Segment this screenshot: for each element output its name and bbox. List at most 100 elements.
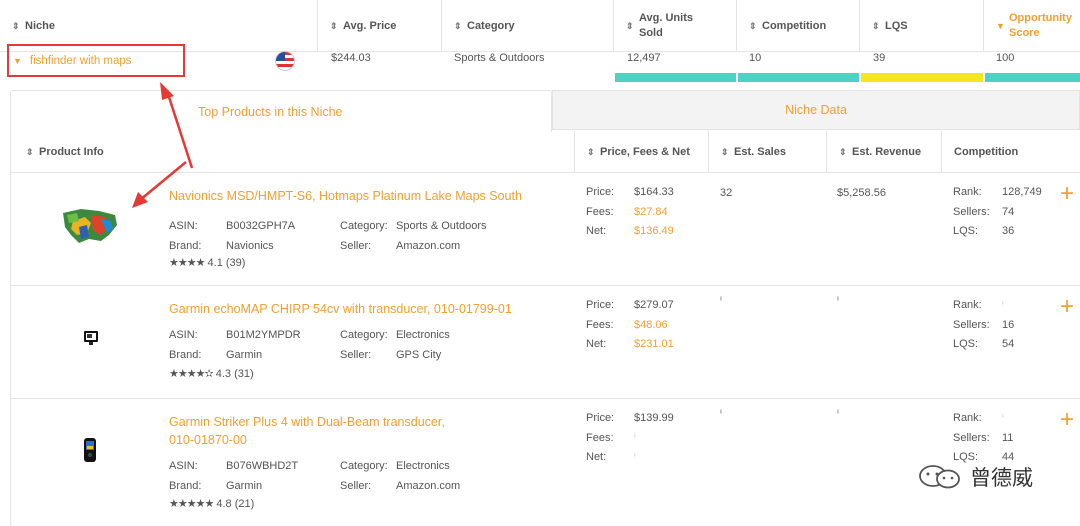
tab-niche-data[interactable]: Niche Data <box>552 90 1080 130</box>
rating: ★★★★✫ 4.3 (31) <box>169 367 254 380</box>
column-opportunity-score[interactable]: ▼ Opportunity Score <box>984 0 1080 52</box>
niche-competition: 10 <box>749 52 762 64</box>
sellers-value: 74 <box>1002 205 1015 218</box>
us-flag-icon <box>275 51 295 71</box>
column-avg-units[interactable]: ⇕ Avg. Units Sold <box>614 0 737 52</box>
rating: ★★★★★ 4.8 (21) <box>169 497 254 510</box>
sort-icon: ⇕ <box>749 21 757 31</box>
rating: ★★★★ 4.1 (39) <box>169 256 245 269</box>
seller-value: Amazon.com <box>396 239 461 252</box>
product-meta-left: ASIN: B076WBHD2T Brand: Garmin <box>169 460 299 492</box>
est-revenue-value: $5,258.56 <box>837 187 886 199</box>
opportunity-label-2: Score <box>1009 27 1040 39</box>
product-meta-right: Category: Sports & Outdoors Seller: Amazon… <box>340 220 487 252</box>
brand-value: Garmin <box>226 479 263 492</box>
niche-row[interactable]: ▼ fishfinder with maps $244.03 Sports & … <box>0 44 1080 82</box>
table-row[interactable]: Garmin echoMAP CHIRP 54cv with transduce… <box>11 286 1080 399</box>
niche-name[interactable]: fishfinder with maps <box>30 55 132 67</box>
est-revenue-value: ⁱ <box>837 408 839 420</box>
product-title[interactable]: Garmin Striker Plus 4 with Dual-Beam tra… <box>169 413 559 449</box>
competition-info: Rank: ⁱ Sellers: 11 LQS: 44 <box>953 412 1015 463</box>
est-sales-value: 32 <box>720 187 733 199</box>
brand-value: Navionics <box>226 239 274 252</box>
product-meta-left: ASIN: B01M2YMPDR Brand: Garmin <box>169 329 301 361</box>
rank-value: ⁱ <box>1002 413 1004 424</box>
product-title-line-1: Garmin Striker Plus 4 with Dual-Beam tra… <box>169 415 445 429</box>
sellers-value: 16 <box>1002 318 1015 331</box>
star-rating-icon: ★★★★ <box>169 257 205 269</box>
lqs-value: 54 <box>1002 338 1015 350</box>
wechat-icon <box>919 465 960 489</box>
sort-icon: ⇕ <box>721 147 729 157</box>
product-title[interactable]: Navionics MSD/HMPT-S6, Hotmaps Platinum … <box>169 187 559 205</box>
watermark: 曾德威 <box>918 462 1033 492</box>
niche-avg-price: $244.03 <box>331 52 371 64</box>
column-product-info[interactable]: ⇕ Product Info <box>11 131 574 173</box>
fees-value: $48.06 <box>634 318 668 331</box>
column-lqs[interactable]: ⇕ LQS <box>860 0 984 52</box>
sort-icon: ⇕ <box>330 21 338 31</box>
products-table-header: ⇕ Product Info ⇕ Price, Fees & Net ⇕ Est… <box>11 131 1080 173</box>
product-meta-right: Category: Electronics Seller: Amazon.com <box>340 460 461 492</box>
price-fees-net: Price: $164.33 Fees: $27.84 Net: $136.49 <box>586 186 674 237</box>
competition-info: Rank: ⁱ Sellers: 16 LQS: 54 <box>953 299 1015 350</box>
price-value: $139.99 <box>634 412 674 424</box>
column-competition[interactable]: Competition <box>941 131 1080 173</box>
product-meta-left: ASIN: B0032GPH7A Brand: Navionics <box>169 220 296 252</box>
rank-value: ⁱ <box>1002 300 1004 311</box>
fishfinder-device-icon <box>84 438 96 462</box>
sellers-value: 11 <box>1002 431 1014 444</box>
add-product-icon[interactable]: + <box>1060 295 1074 319</box>
est-sales-value: ⁱ <box>720 408 722 420</box>
competition-info: Rank: 128,749 Sellers: 74 LQS: 36 <box>953 186 1042 237</box>
est-sales-value: ⁱ <box>720 295 722 307</box>
opportunity-label-1: Opportunity <box>1009 12 1072 24</box>
column-est-revenue[interactable]: ⇕ Est. Revenue <box>826 131 941 173</box>
fees-value: ⁱ <box>634 432 636 444</box>
price-fees-net: Price: $139.99 Fees: ⁱ Net: ⁱ <box>586 412 674 463</box>
column-competition[interactable]: ⇕ Competition <box>737 0 860 52</box>
product-title[interactable]: Garmin echoMAP CHIRP 54cv with transduce… <box>169 300 559 318</box>
sort-icon: ⇕ <box>587 147 595 157</box>
net-value: $136.49 <box>634 225 674 237</box>
map-thumbnail-icon <box>63 209 117 243</box>
tab-top-products[interactable]: Top Products in this Niche <box>10 90 552 132</box>
sort-icon: ⇕ <box>454 21 462 31</box>
niche-opportunity: 100 <box>996 52 1015 64</box>
column-avg-price[interactable]: ⇕ Avg. Price <box>318 0 442 52</box>
product-meta-right: Category: Electronics Seller: GPS City <box>340 329 450 361</box>
niche-name-highlight[interactable]: ▼ fishfinder with maps <box>7 44 185 77</box>
competition-bar <box>738 73 859 82</box>
add-product-icon[interactable]: + <box>1060 182 1074 206</box>
column-category[interactable]: ⇕ Category <box>442 0 614 52</box>
product-title-line-2: 010-01870-00 <box>169 433 247 447</box>
lqs-value: 36 <box>1002 225 1015 237</box>
price-fees-net: Price: $279.07 Fees: $48.06 Net: $231.01 <box>586 299 674 350</box>
sort-icon: ⇕ <box>839 147 847 157</box>
rating-value: 4.3 (31) <box>215 368 254 380</box>
table-row[interactable]: Navionics MSD/HMPT-S6, Hotmaps Platinum … <box>11 173 1080 286</box>
sort-icon: ⇕ <box>626 21 634 31</box>
lqs-bar <box>861 73 983 82</box>
fees-value: $27.84 <box>634 205 668 218</box>
units-bar <box>615 73 736 82</box>
star-rating-icon: ★★★★★ <box>169 498 214 510</box>
star-rating-icon: ★★★★✫ <box>169 368 214 380</box>
fishfinder-device-icon <box>84 331 98 345</box>
tab-niche-data-label: Niche Data <box>785 103 847 117</box>
tab-top-products-label: Top Products in this Niche <box>198 104 343 119</box>
rating-value: 4.1 (39) <box>207 257 246 269</box>
brand-value: Garmin <box>226 348 263 361</box>
avg-units-label-2: Sold <box>639 27 663 39</box>
net-value: ⁱ <box>634 452 636 463</box>
price-value: $164.33 <box>634 186 674 198</box>
caret-down-icon: ▼ <box>13 55 22 66</box>
asin-value: B01M2YMPDR <box>226 329 301 341</box>
add-product-icon[interactable]: + <box>1060 408 1074 432</box>
column-price-fees-net[interactable]: ⇕ Price, Fees & Net <box>574 131 708 173</box>
category-value: Electronics <box>396 460 450 472</box>
watermark-text: 曾德威 <box>970 467 1033 490</box>
column-est-sales[interactable]: ⇕ Est. Sales <box>708 131 826 173</box>
sort-icon: ⇕ <box>26 147 34 157</box>
price-value: $279.07 <box>634 299 674 311</box>
